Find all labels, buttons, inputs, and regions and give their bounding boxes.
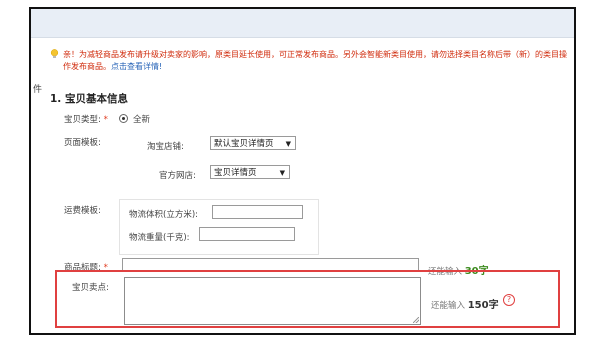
volume-label: 物流体积(立方米): — [129, 210, 198, 220]
new-condition-radio[interactable] — [119, 114, 128, 123]
lightbulb-icon — [50, 49, 59, 58]
weight-input[interactable] — [199, 227, 295, 241]
taobao-template-value: 默认宝贝详情页 — [214, 139, 274, 149]
item-type-label: 宝贝类型: * — [64, 113, 108, 125]
page-template-label: 页面模板: — [64, 138, 101, 148]
side-label: 件 — [33, 85, 43, 95]
help-question-icon[interactable]: ? — [503, 294, 515, 306]
official-store-label: 官方网店: — [159, 171, 196, 181]
taobao-store-label: 淘宝店铺: — [147, 142, 184, 152]
dropdown-arrow-icon: ▼ — [279, 169, 285, 177]
weight-label: 物流重量(千克): — [129, 233, 190, 243]
notice-text-wrapper: 亲！为减轻商品发布请升级对卖家的影响，原类目延长使用，可正常发布商品。另外会智能… — [50, 49, 570, 73]
section-title: 1. 宝贝基本信息 — [50, 93, 128, 105]
volume-input[interactable] — [212, 205, 303, 219]
item-type-label-text: 宝贝类型: — [64, 115, 101, 125]
shipping-template-label: 运费模板: — [64, 206, 101, 216]
selling-point-textarea[interactable] — [124, 277, 421, 325]
new-condition-label: 全新 — [133, 115, 151, 125]
resize-grip-icon[interactable] — [413, 317, 419, 323]
selling-point-label: 宝贝卖点: — [72, 283, 109, 293]
selling-point-remaining-count: 150字 — [467, 300, 499, 311]
notice-details-link[interactable]: 点击查看详情! — [111, 62, 162, 71]
notice-banner: 亲！为减轻商品发布请升级对卖家的影响，原类目延长使用，可正常发布商品。另外会智能… — [50, 49, 570, 73]
dropdown-arrow-icon: ▼ — [285, 140, 291, 148]
top-bar — [31, 9, 574, 38]
required-mark: * — [103, 115, 108, 125]
selling-point-remaining-hint: 还能输入 150字 — [431, 296, 499, 311]
taobao-template-select[interactable]: 默认宝贝详情页 ▼ — [210, 136, 296, 150]
selling-point-hint-prefix: 还能输入 — [431, 301, 466, 311]
official-template-value: 宝贝详情页 — [214, 168, 257, 178]
official-template-select[interactable]: 宝贝详情页 ▼ — [210, 165, 290, 179]
